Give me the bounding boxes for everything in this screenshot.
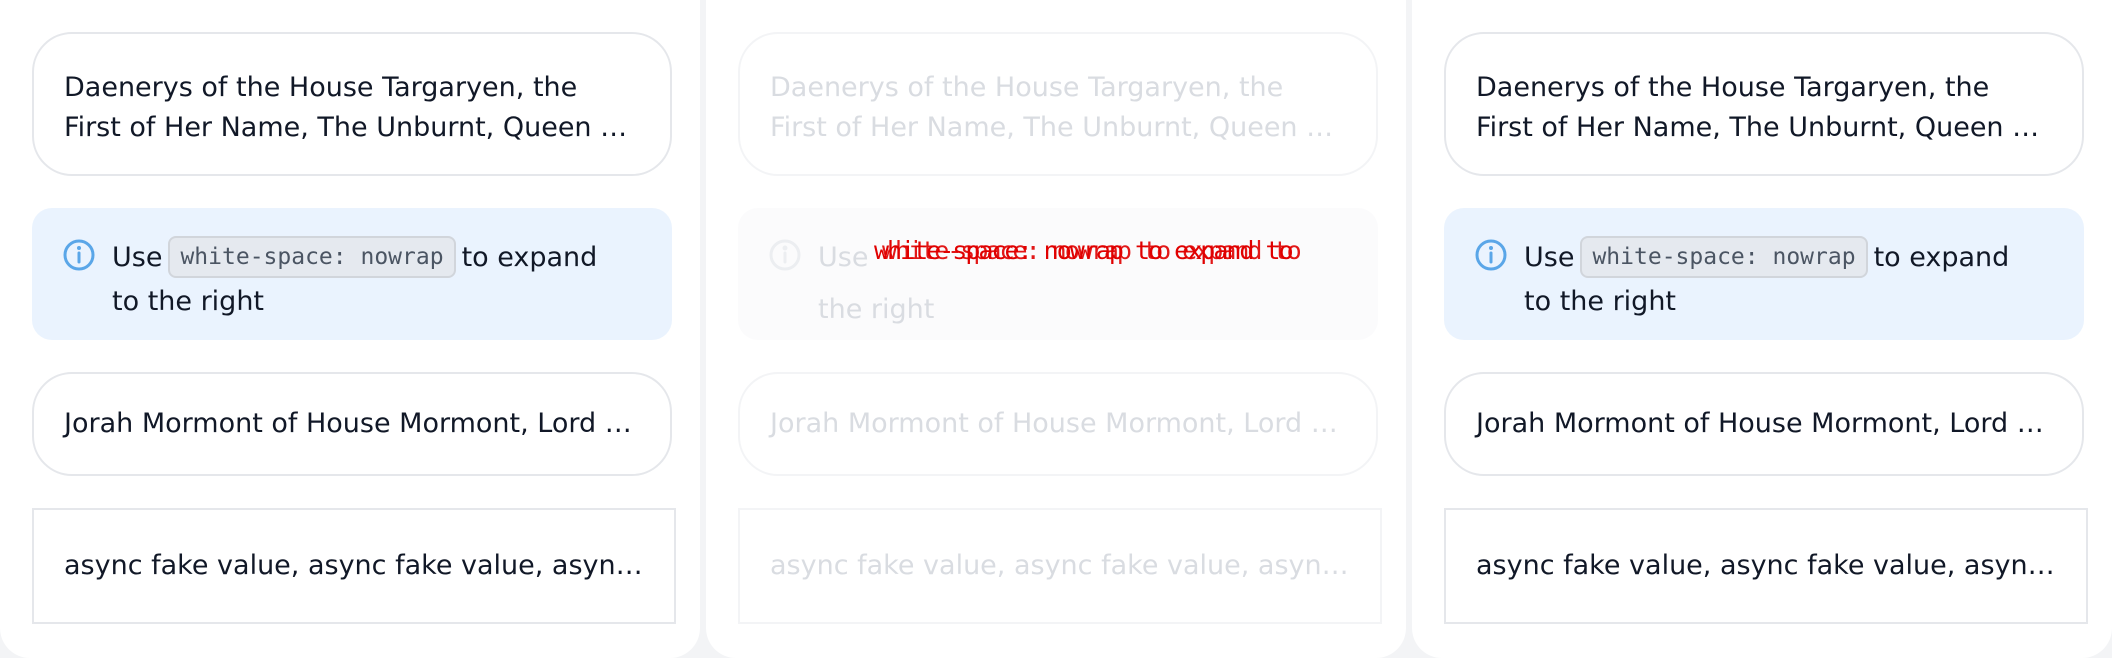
alert-prefix: Use <box>1524 242 1575 273</box>
info-icon <box>1475 239 1507 271</box>
title-card: Daenerys of the House Targaryen, the Fir… <box>1444 32 2084 176</box>
list-card: async fake value, async fake value, asyn… <box>1444 508 2088 624</box>
row-card: Jorah Mormont of House Mormont, Lord of … <box>32 372 672 476</box>
title-text: Daenerys of the House Targaryen, the Fir… <box>770 72 1333 143</box>
title-text: Daenerys of the House Targaryen, the Fir… <box>64 72 627 143</box>
alert-prefix: Use <box>112 242 163 273</box>
info-alert: Use white-space: nowrap to expand to the r… <box>1444 208 2084 340</box>
info-icon <box>769 239 801 271</box>
code-chip: white-space: nowrap <box>168 235 456 278</box>
overlay-red-text-b: white-space: nowrap to expand to <box>882 236 1302 265</box>
title-text: Daenerys of the House Targaryen, the Fir… <box>1476 72 2039 143</box>
list-card: async fake value, async fake value, asyn… <box>738 508 1382 624</box>
row-card: Jorah Mormont of House Mormont, Lord of … <box>738 372 1378 476</box>
alert-prefix: Use <box>818 242 869 273</box>
title-card: Daenerys of the House Targaryen, the Fir… <box>32 32 672 176</box>
title-card: Daenerys of the House Targaryen, the Fir… <box>738 32 1378 176</box>
info-icon <box>63 239 95 271</box>
alert-second-line: the right <box>818 294 935 325</box>
info-alert: Use white-space: nowrap to expand to the r… <box>32 208 672 340</box>
code-chip: white-space: nowrap <box>1580 235 1868 278</box>
right-panel: Daenerys of the House Targaryen, the Fir… <box>1412 0 2112 658</box>
info-alert: Use the right <box>738 208 1378 340</box>
demo-canvas: Daenerys of the House Targaryen, the Fir… <box>0 0 2112 658</box>
row-card: Jorah Mormont of House Mormont, Lord of … <box>1444 372 2084 476</box>
list-card: async fake value, async fake value, asyn… <box>32 508 676 624</box>
left-panel: Daenerys of the House Targaryen, the Fir… <box>0 0 700 658</box>
middle-panel: Daenerys of the House Targaryen, the Fir… <box>706 0 1406 658</box>
